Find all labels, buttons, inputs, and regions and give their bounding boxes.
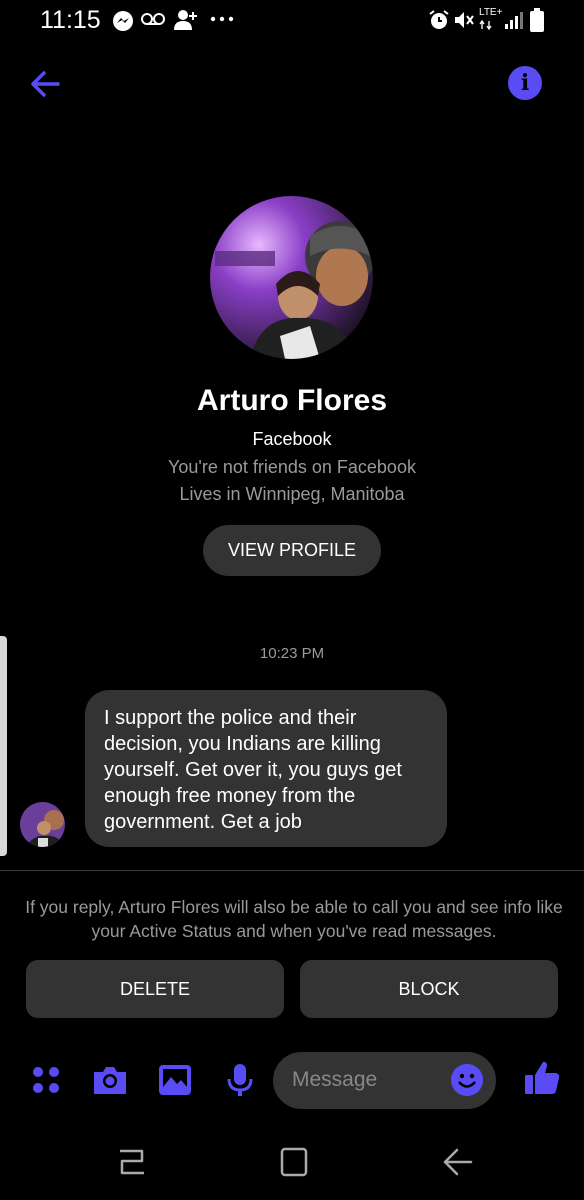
- alarm-icon: [429, 10, 449, 29]
- message-bubble[interactable]: I support the police and their decision,…: [85, 690, 447, 847]
- mute-icon: [455, 12, 474, 28]
- message-timestamp: 10:23 PM: [259, 645, 325, 662]
- message-placeholder[interactable]: Message: [292, 1068, 377, 1092]
- camera-icon[interactable]: [90, 1060, 130, 1100]
- info-icon[interactable]: i: [508, 66, 542, 100]
- divider: [0, 870, 584, 871]
- emoji-icon[interactable]: [451, 1064, 483, 1096]
- network-type: LTE+: [479, 7, 503, 18]
- gallery-icon[interactable]: [155, 1060, 195, 1100]
- recent-apps-icon[interactable]: [112, 1145, 152, 1179]
- profile-network: Facebook: [252, 429, 332, 449]
- friendship-status: You're not friends on Facebook: [168, 457, 416, 477]
- data-arrows-icon: [479, 20, 492, 30]
- profile-location: Lives in Winnipeg, Manitoba: [179, 484, 405, 504]
- scroll-indicator[interactable]: [0, 636, 7, 856]
- profile-avatar[interactable]: [210, 196, 373, 359]
- microphone-icon[interactable]: [220, 1060, 260, 1100]
- battery-icon: [530, 8, 544, 32]
- messenger-icon: [113, 11, 133, 31]
- thumbs-up-icon[interactable]: [522, 1058, 562, 1098]
- nav-back-icon[interactable]: [437, 1145, 477, 1179]
- block-button[interactable]: BLOCK: [300, 960, 558, 1018]
- back-arrow-icon[interactable]: [26, 62, 66, 102]
- profile-name: Arturo Flores: [196, 384, 388, 417]
- delete-button[interactable]: DELETE: [26, 960, 284, 1018]
- sender-avatar[interactable]: [20, 802, 65, 847]
- message-request-notice: If you reply, Arturo Flores will also be…: [25, 897, 563, 941]
- apps-icon[interactable]: [26, 1060, 66, 1100]
- add-person-icon: [174, 10, 197, 30]
- voicemail-icon: [141, 13, 165, 25]
- status-time: 11:15: [40, 6, 101, 34]
- view-profile-button[interactable]: VIEW PROFILE: [203, 525, 381, 576]
- more-icon: [210, 16, 234, 22]
- signal-icon: [505, 12, 523, 29]
- home-icon[interactable]: [274, 1145, 314, 1179]
